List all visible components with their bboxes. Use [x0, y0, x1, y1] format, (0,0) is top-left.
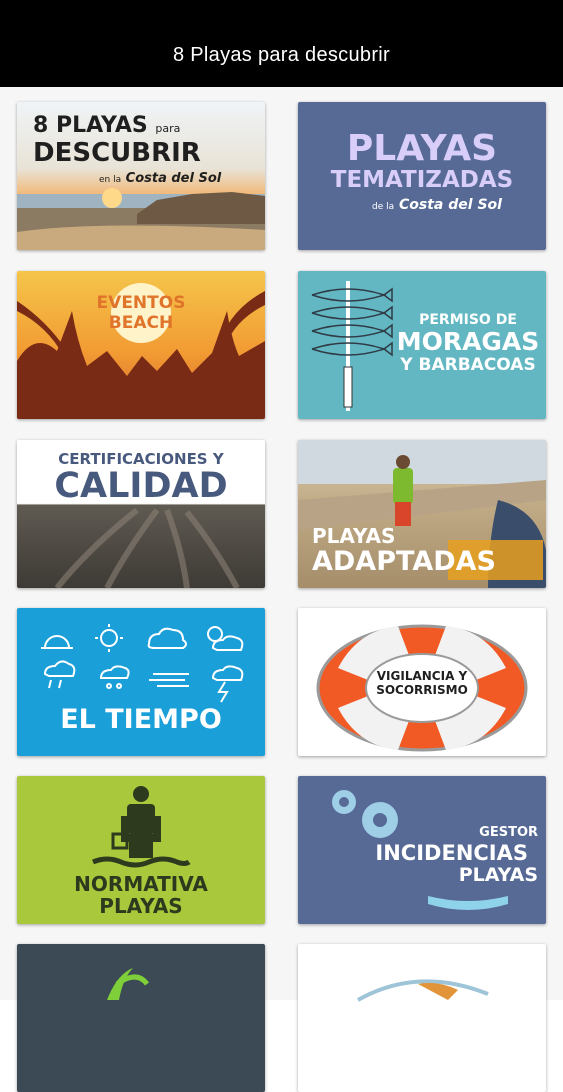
tile-title-line2: TEMATIZADAS [330, 167, 514, 193]
palm-tree-icon [107, 968, 150, 1000]
tile-title-line1: EL TIEMPO [60, 704, 222, 735]
tile-subtitle: Costa del Sol [125, 171, 222, 186]
tile-title-line3: Y BARBACOAS [400, 355, 536, 375]
tile-title-line2: INCIDENCIAS [375, 841, 528, 865]
tile-el-tiempo[interactable]: EL TIEMPO [17, 608, 265, 756]
tile-title-line1: VIGILANCIA Y [376, 669, 468, 683]
tile-8-playas[interactable]: 8 PLAYAS para DESCUBRIR en la Costa del … [17, 102, 265, 250]
tile-vigilancia-socorrismo[interactable]: VIGILANCIA Y SOCORRISMO [298, 608, 546, 756]
tile-title-line2: ADAPTADAS [312, 546, 496, 577]
tile-title-line1: PLAYAS [346, 128, 498, 169]
tile-title-line2: DESCUBRIR [33, 138, 201, 168]
tile-title-line2: PLAYAS [99, 894, 183, 918]
beach-umbrella-icon [357, 979, 489, 1002]
tile-title-para: para [155, 122, 181, 135]
tile-title-line3: PLAYAS [458, 864, 538, 886]
tile-grid: 8 PLAYAS para DESCUBRIR en la Costa del … [0, 87, 563, 1092]
page-title: 8 Playas para descubrir [172, 44, 390, 66]
tile-moragas-barbacoas[interactable]: PERMISO DE MORAGAS Y BARBACOAS [298, 271, 546, 419]
tile-normativa-playas[interactable]: NORMATIVA PLAYAS [17, 776, 265, 924]
tile-certificaciones-calidad[interactable]: CERTIFICACIONES Y CALIDAD [17, 440, 265, 588]
tile-title-line1: PLAYAS [312, 524, 396, 548]
tile-eventos-beach[interactable]: EVENTOS BEACH [17, 271, 265, 419]
tile-subtitle: Costa del Sol [399, 197, 502, 213]
tile-title-line2: SOCORRISMO [376, 683, 468, 697]
tile-partial-left[interactable] [17, 944, 265, 1092]
tile-title-line2: MORAGAS [396, 327, 540, 356]
tile-playas-tematizadas[interactable]: PLAYAS TEMATIZADAS de la Costa del Sol [298, 102, 546, 250]
tile-title-line1: GESTOR [479, 825, 538, 840]
tile-subtitle-prefix: en la [99, 175, 122, 185]
tile-title-line1: PERMISO DE [419, 312, 517, 328]
tile-title-line2: BEACH [108, 313, 174, 333]
tile-gestor-incidencias[interactable]: GESTOR INCIDENCIAS PLAYAS [298, 776, 546, 924]
tile-playas-adaptadas[interactable]: PLAYAS ADAPTADAS [298, 440, 546, 588]
tile-subtitle-prefix: de la [372, 202, 395, 212]
tile-title-line1: NORMATIVA [74, 872, 208, 896]
nav-bar: 8 Playas para descubrir [0, 0, 563, 87]
tile-title-line1: 8 PLAYAS [33, 113, 148, 138]
tile-partial-right[interactable] [298, 944, 546, 1092]
tile-title-line2: CALIDAD [54, 466, 228, 506]
tile-title-line1: EVENTOS [96, 293, 186, 313]
